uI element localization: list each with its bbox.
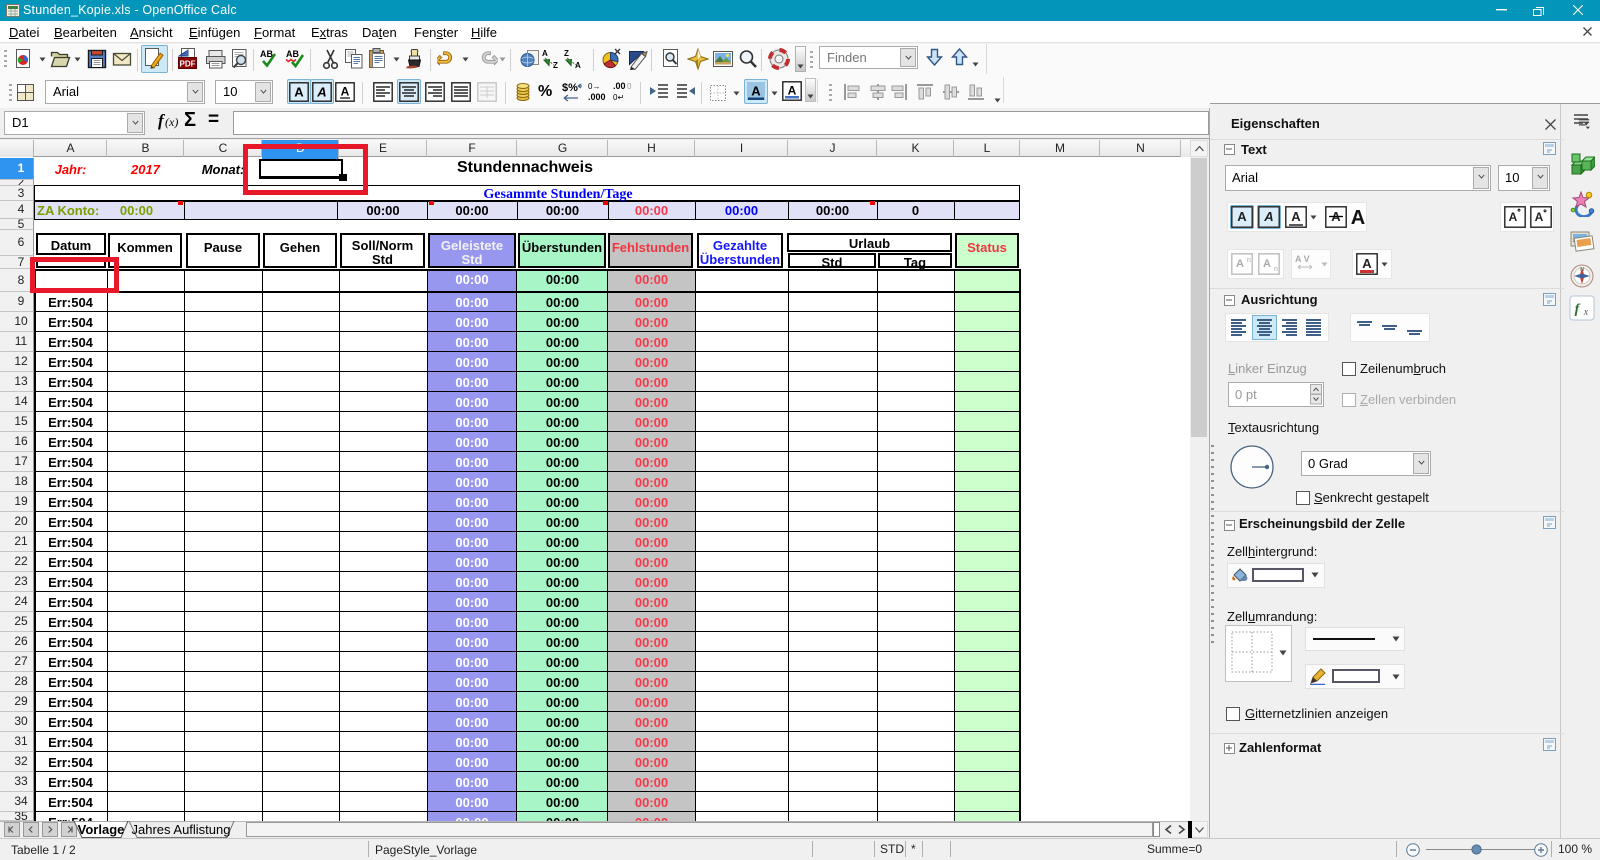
svg-text:AB: AB [286, 49, 299, 59]
svg-text:0: 0 [627, 82, 632, 91]
svg-text:0↵: 0↵ [613, 93, 624, 102]
svg-text:A: A [341, 85, 350, 99]
svg-text:A: A [1237, 209, 1247, 224]
svg-text:.000: .000 [588, 92, 606, 102]
svg-text:N: N [1580, 267, 1584, 273]
svg-text:A: A [1263, 258, 1271, 270]
svg-text:A: A [542, 49, 548, 58]
svg-text:Z: Z [553, 61, 558, 70]
svg-text:Z: Z [564, 49, 569, 58]
svg-text:A: A [1351, 207, 1365, 229]
svg-text:n: n [1247, 257, 1251, 264]
svg-text:PDF: PDF [180, 59, 196, 68]
svg-text:A: A [788, 84, 797, 98]
svg-text:0→: 0→ [588, 82, 600, 91]
svg-text:A: A [575, 61, 581, 70]
svg-text:A: A [294, 85, 304, 100]
svg-text:n: n [1274, 266, 1278, 273]
svg-text:A: A [1535, 210, 1544, 224]
svg-text:A: A [1291, 209, 1301, 224]
svg-text:A V: A V [1295, 254, 1310, 264]
svg-text:A: A [1509, 210, 1518, 224]
svg-text:.00: .00 [613, 81, 626, 91]
svg-text:x: x [1583, 307, 1589, 318]
svg-text:A: A [1263, 209, 1273, 224]
svg-text:A: A [1362, 256, 1372, 271]
svg-text:A: A [1236, 258, 1244, 270]
svg-text:A: A [316, 85, 326, 100]
svg-text:A: A [751, 84, 761, 99]
svg-text:$%: $% [562, 82, 578, 94]
